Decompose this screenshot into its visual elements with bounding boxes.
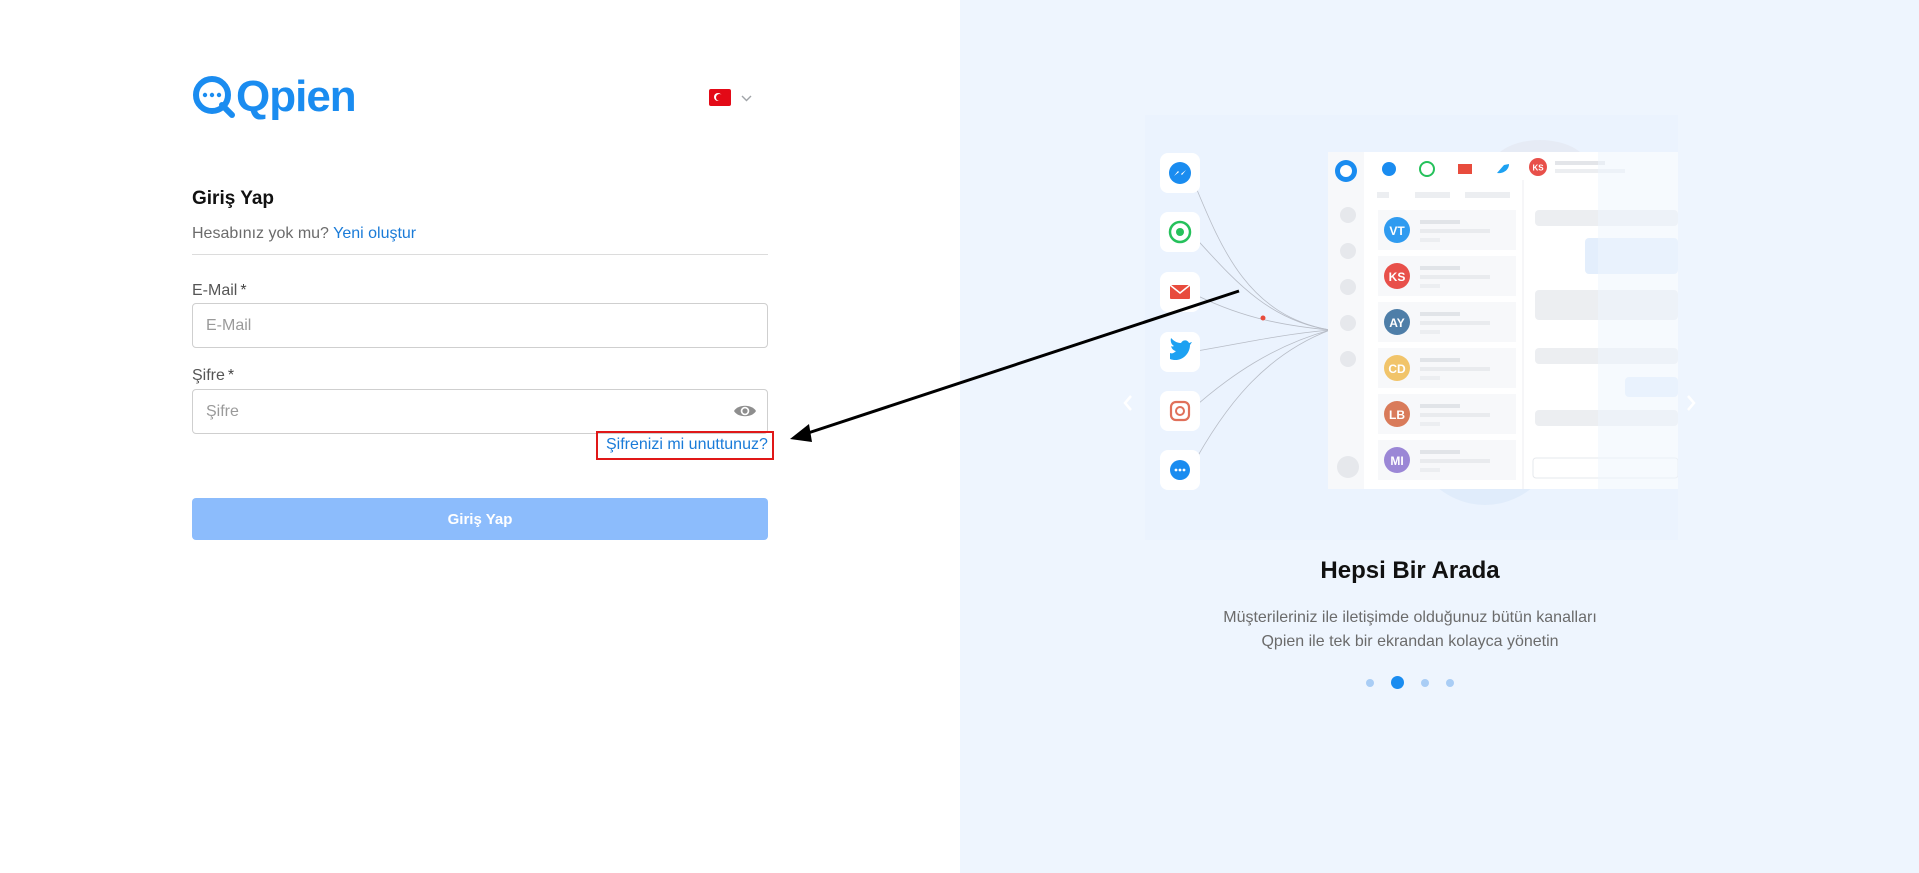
password-label: Şifre * (192, 367, 235, 384)
list-item: KS (1378, 256, 1516, 296)
qpien-logo-icon (193, 76, 235, 118)
avatar-initials: CD (1388, 362, 1406, 376)
show-password-eye-icon[interactable] (733, 402, 757, 420)
carousel-title: Hepsi Bir Arada (1320, 557, 1500, 584)
avatar-initials: AY (1389, 316, 1405, 330)
carousel-prev-button[interactable] (1121, 393, 1135, 418)
chevron-left-icon (1123, 395, 1132, 411)
email-field[interactable] (192, 303, 768, 348)
list-item: CD (1378, 348, 1516, 388)
qpien-logo: Qpien (192, 72, 357, 121)
omnichannel-illustration: KS VT KS AY CD LB MI (1145, 115, 1678, 540)
avatar-initials: VT (1389, 224, 1405, 238)
chevron-right-icon (1687, 395, 1696, 411)
app-window: KS VT KS AY CD LB MI (1328, 152, 1678, 489)
avatar-initials: MI (1390, 454, 1403, 468)
login-panel: Qpien Giriş Yap Hesabınız yok mu? Yeni o… (0, 0, 960, 873)
brand-name: Qpien (236, 72, 357, 121)
instagram-channel-tile (1160, 391, 1200, 431)
carousel-next-button[interactable] (1684, 393, 1698, 418)
carousel-description: Müşterileriniz ile iletişimde olduğunuz … (1000, 606, 1820, 654)
create-account-link[interactable]: Yeni oluştur (333, 225, 416, 242)
email-label: E-Mail * (192, 282, 247, 299)
required-mark: * (240, 282, 247, 299)
carousel-dot-active[interactable] (1391, 676, 1404, 689)
carousel-pagination (1366, 676, 1454, 689)
signup-prompt: Hesabınız yok mu? Yeni oluştur (192, 225, 416, 243)
login-button[interactable]: Giriş Yap (192, 498, 768, 540)
password-field[interactable] (192, 389, 768, 434)
list-item: VT (1378, 210, 1516, 250)
divider (192, 254, 768, 255)
language-selector[interactable] (709, 89, 752, 106)
carousel-dot[interactable] (1446, 678, 1454, 687)
header-avatar-initials: KS (1532, 164, 1544, 173)
messenger-icon (1169, 162, 1191, 184)
page-title: Giriş Yap (192, 188, 275, 209)
required-mark: * (227, 367, 235, 384)
list-item: AY (1378, 302, 1516, 342)
carousel-description-line-2: Qpien ile tek bir ekrandan kolayca yönet… (1261, 633, 1559, 650)
no-account-text: Hesabınız yok mu? (192, 225, 329, 242)
carousel-dot[interactable] (1421, 678, 1429, 687)
carousel-description-line-1: Müşterileriniz ile iletişimde olduğunuz … (1223, 609, 1597, 626)
carousel-dot[interactable] (1366, 678, 1374, 687)
forgot-password-link[interactable]: Şifrenizi mi unuttunuz? (606, 436, 768, 454)
avatar-initials: LB (1389, 408, 1405, 422)
list-item: LB (1378, 394, 1516, 434)
avatar-initials: KS (1389, 270, 1406, 284)
chevron-down-icon (741, 91, 752, 105)
turkey-flag-icon (709, 89, 731, 106)
list-item: MI (1378, 440, 1516, 480)
